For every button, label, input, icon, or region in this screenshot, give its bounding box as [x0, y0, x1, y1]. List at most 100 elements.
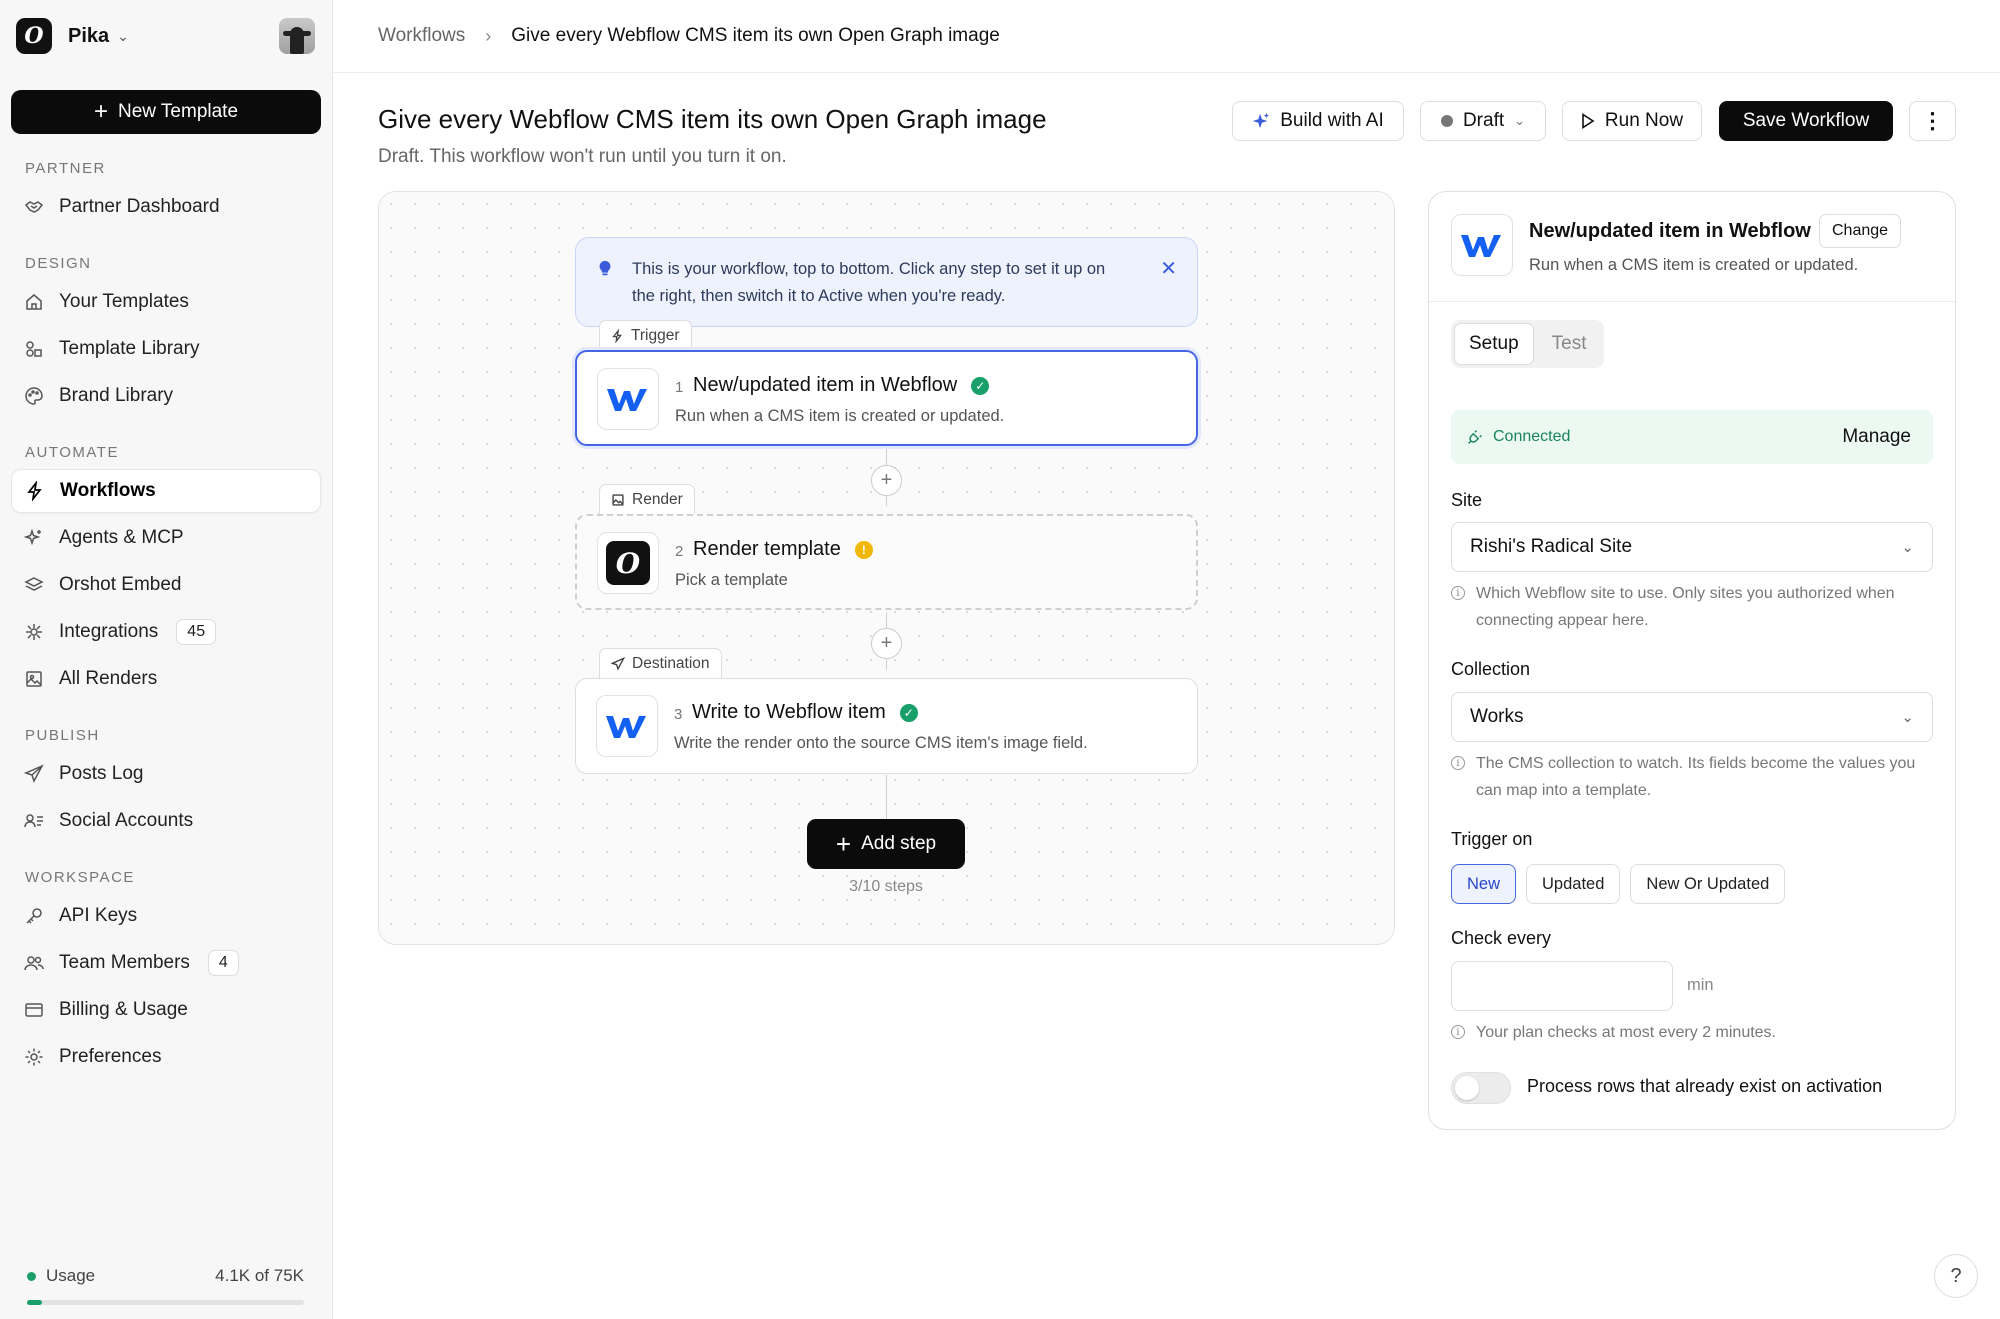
change-trigger-button[interactable]: Change: [1819, 214, 1902, 248]
chevron-down-icon: ⌄: [1514, 113, 1526, 128]
collection-label: Collection: [1451, 659, 1531, 679]
breadcrumb-workflows-link[interactable]: Workflows: [378, 25, 465, 47]
insert-step-button[interactable]: +: [871, 465, 902, 496]
workflow-tip-banner: This is your workflow, top to bottom. Cl…: [575, 237, 1198, 327]
play-icon: [1581, 113, 1595, 129]
plus-icon: +: [835, 829, 852, 859]
build-with-ai-button[interactable]: Build with AI: [1232, 101, 1404, 141]
sidebar-item-brand-library[interactable]: Brand Library: [11, 374, 321, 418]
team-members-count-badge: 4: [207, 950, 239, 976]
sidebar: O Pika ⌄ + New Template PARTNER Partner …: [0, 0, 333, 1319]
process-existing-label: Process rows that already exist on activ…: [1527, 1076, 1883, 1096]
avatar[interactable]: [279, 18, 315, 54]
chevron-right-icon: ›: [485, 25, 492, 46]
step-number: 3: [674, 706, 683, 723]
connected-label: Connected: [1493, 428, 1571, 445]
step-description: Pick a template: [675, 571, 788, 589]
sidebar-item-your-templates[interactable]: Your Templates: [11, 280, 321, 324]
run-now-label: Run Now: [1604, 110, 1684, 131]
add-step-button[interactable]: + Add step: [807, 819, 965, 869]
check-every-input[interactable]: [1451, 961, 1673, 1011]
collection-hint: i The CMS collection to watch. Its field…: [1451, 750, 1941, 804]
help-button[interactable]: ?: [1934, 1254, 1978, 1298]
sidebar-item-billing-usage[interactable]: Billing & Usage: [11, 988, 321, 1032]
sidebar-item-orshot-embed[interactable]: Orshot Embed: [11, 563, 321, 607]
sidebar-item-partner-dashboard[interactable]: Partner Dashboard: [11, 185, 321, 229]
sidebar-item-label: Preferences: [59, 1046, 162, 1067]
sidebar-item-label: Your Templates: [59, 291, 189, 312]
workflow-step-trigger[interactable]: 1 New/updated item in Webflow ✓ Run when…: [575, 350, 1198, 446]
shapes-icon: [23, 338, 45, 360]
process-existing-toggle[interactable]: [1451, 1072, 1511, 1104]
sidebar-item-preferences[interactable]: Preferences: [11, 1035, 321, 1079]
sidebar-item-workflows[interactable]: Workflows: [11, 469, 321, 513]
add-step-label: Add step: [861, 833, 937, 854]
sidebar-item-template-library[interactable]: Template Library: [11, 327, 321, 371]
user-list-icon: [23, 810, 45, 832]
manage-connection-link[interactable]: Manage: [1842, 426, 1911, 448]
workspace-switcher[interactable]: O Pika ⌄: [16, 18, 129, 54]
kebab-menu-icon: ⋮: [1921, 108, 1944, 133]
section-label-workspace: WORKSPACE: [25, 869, 135, 886]
tab-test[interactable]: Test: [1538, 323, 1601, 365]
info-icon: i: [1451, 586, 1465, 600]
check-every-hint: i Your plan checks at most every 2 minut…: [1451, 1019, 1941, 1046]
sidebar-item-social-accounts[interactable]: Social Accounts: [11, 799, 321, 843]
trigger-on-label: Trigger on: [1451, 829, 1533, 849]
tab-setup[interactable]: Setup: [1454, 323, 1534, 365]
send-icon: [611, 656, 625, 671]
sidebar-item-label: Social Accounts: [59, 810, 194, 831]
close-icon[interactable]: ✕: [1160, 256, 1177, 283]
connector-line: [886, 775, 887, 819]
status-dot-icon: [27, 1272, 36, 1281]
sidebar-item-posts-log[interactable]: Posts Log: [11, 752, 321, 796]
usage-meter: Usage 4.1K of 75K: [27, 1266, 304, 1305]
step-title: Write to Webflow item ✓: [692, 701, 918, 724]
trigger-option-new[interactable]: New: [1451, 864, 1517, 904]
sidebar-item-label: Agents & MCP: [59, 527, 184, 548]
new-template-button[interactable]: + New Template: [11, 90, 321, 134]
sidebar-item-all-renders[interactable]: All Renders: [11, 657, 321, 701]
tip-text: This is your workflow, top to bottom. Cl…: [632, 260, 1106, 305]
workflow-step-render[interactable]: O 2 Render template ! Pick a template: [575, 514, 1198, 610]
workflow-step-destination[interactable]: 3 Write to Webflow item ✓ Write the rend…: [575, 678, 1198, 774]
section-label-partner: PARTNER: [25, 160, 106, 177]
trigger-option-new-or-updated[interactable]: New Or Updated: [1630, 864, 1786, 904]
collection-select[interactable]: Works ⌄: [1451, 692, 1933, 742]
webflow-logo-icon: [596, 695, 658, 757]
trigger-option-updated[interactable]: Updated: [1526, 864, 1621, 904]
check-every-label: Check every: [1451, 928, 1552, 948]
usage-value: 4.1K of 75K: [215, 1266, 304, 1285]
status-dot-icon: [1440, 115, 1453, 127]
step-description: Write the render onto the source CMS ite…: [674, 734, 1088, 752]
sidebar-item-agents-mcp[interactable]: Agents & MCP: [11, 516, 321, 560]
gear-icon: [23, 1046, 45, 1068]
credit-card-icon: [23, 999, 45, 1021]
step-title: New/updated item in Webflow ✓: [693, 374, 990, 397]
section-label-automate: AUTOMATE: [25, 444, 119, 461]
sidebar-item-label: Brand Library: [59, 385, 174, 406]
run-now-button[interactable]: Run Now: [1562, 101, 1702, 141]
site-select[interactable]: Rishi's Radical Site ⌄: [1451, 522, 1933, 572]
status-label: Draft: [1462, 110, 1505, 131]
sidebar-item-label: Posts Log: [59, 763, 144, 784]
webflow-logo-icon: [1451, 214, 1513, 276]
insert-step-button[interactable]: +: [871, 628, 902, 659]
sidebar-item-label: Team Members: [59, 952, 190, 973]
status-dropdown[interactable]: Draft ⌄: [1420, 101, 1546, 141]
sidebar-item-team-members[interactable]: Team Members 4: [11, 941, 321, 985]
step-tag-render: Render: [599, 484, 695, 514]
send-icon: [23, 763, 45, 785]
section-label-design: DESIGN: [25, 255, 92, 272]
save-workflow-button[interactable]: Save Workflow: [1719, 101, 1893, 141]
key-icon: [23, 905, 45, 927]
sidebar-item-api-keys[interactable]: API Keys: [11, 894, 321, 938]
plug-icon: [1467, 429, 1483, 445]
sidebar-item-integrations[interactable]: Integrations 45: [11, 610, 321, 654]
more-options-button[interactable]: ⋮: [1909, 101, 1956, 141]
check-circle-icon: ✓: [899, 703, 918, 722]
plus-icon: +: [93, 98, 108, 125]
usage-label: Usage: [27, 1266, 95, 1286]
webflow-logo-icon: [597, 368, 659, 430]
warning-icon: !: [854, 540, 873, 559]
